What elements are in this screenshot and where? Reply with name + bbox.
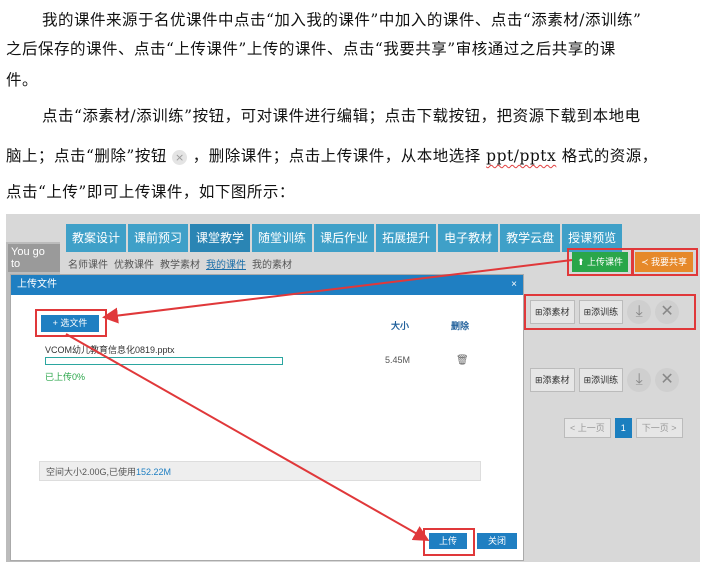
arrow-pick-to-upload — [65, 333, 430, 541]
p2-line-2: 脑上；点击“删除”按钮 × ，删除课件；点击上传课件，从本地选择 ppt/ppt… — [6, 144, 658, 166]
p1-line-2: 之后保存的课件、点击“上传课件”上传的课件、点击“我要共享”审核通过之后共享的课 — [6, 40, 616, 58]
p2-line-2-c: ppt/pptx — [486, 147, 557, 165]
embedded-screenshot: You go to 教案设计 课前预习 课堂教学 随堂训练 课后作业 拓展提升 … — [6, 214, 700, 562]
p1-line-1: 我的课件来源于名优课件中点击“加入我的课件”中加入的课件、点击“添素材/添训练” — [42, 11, 642, 29]
p2-line-1: 点击“添素材/添训练”按钮，可对课件进行编辑；点击下载按钮，把资源下载到本地电 — [42, 107, 641, 125]
p2-line-2-a: 脑上；点击“删除”按钮 — [6, 147, 167, 165]
p2-line-2-b: ，删除课件；点击上传课件，从本地选择 — [192, 147, 487, 165]
p2-line-3: 点击“上传”即可上传课件，如下图所示： — [6, 183, 295, 201]
delete-x-icon: × — [172, 149, 188, 165]
p1-line-3: 件。 — [6, 71, 39, 89]
annotation-arrows — [65, 259, 573, 541]
arrow-upload-to-pick — [102, 259, 573, 324]
p2-line-2-d: 格式的资源， — [561, 147, 658, 165]
